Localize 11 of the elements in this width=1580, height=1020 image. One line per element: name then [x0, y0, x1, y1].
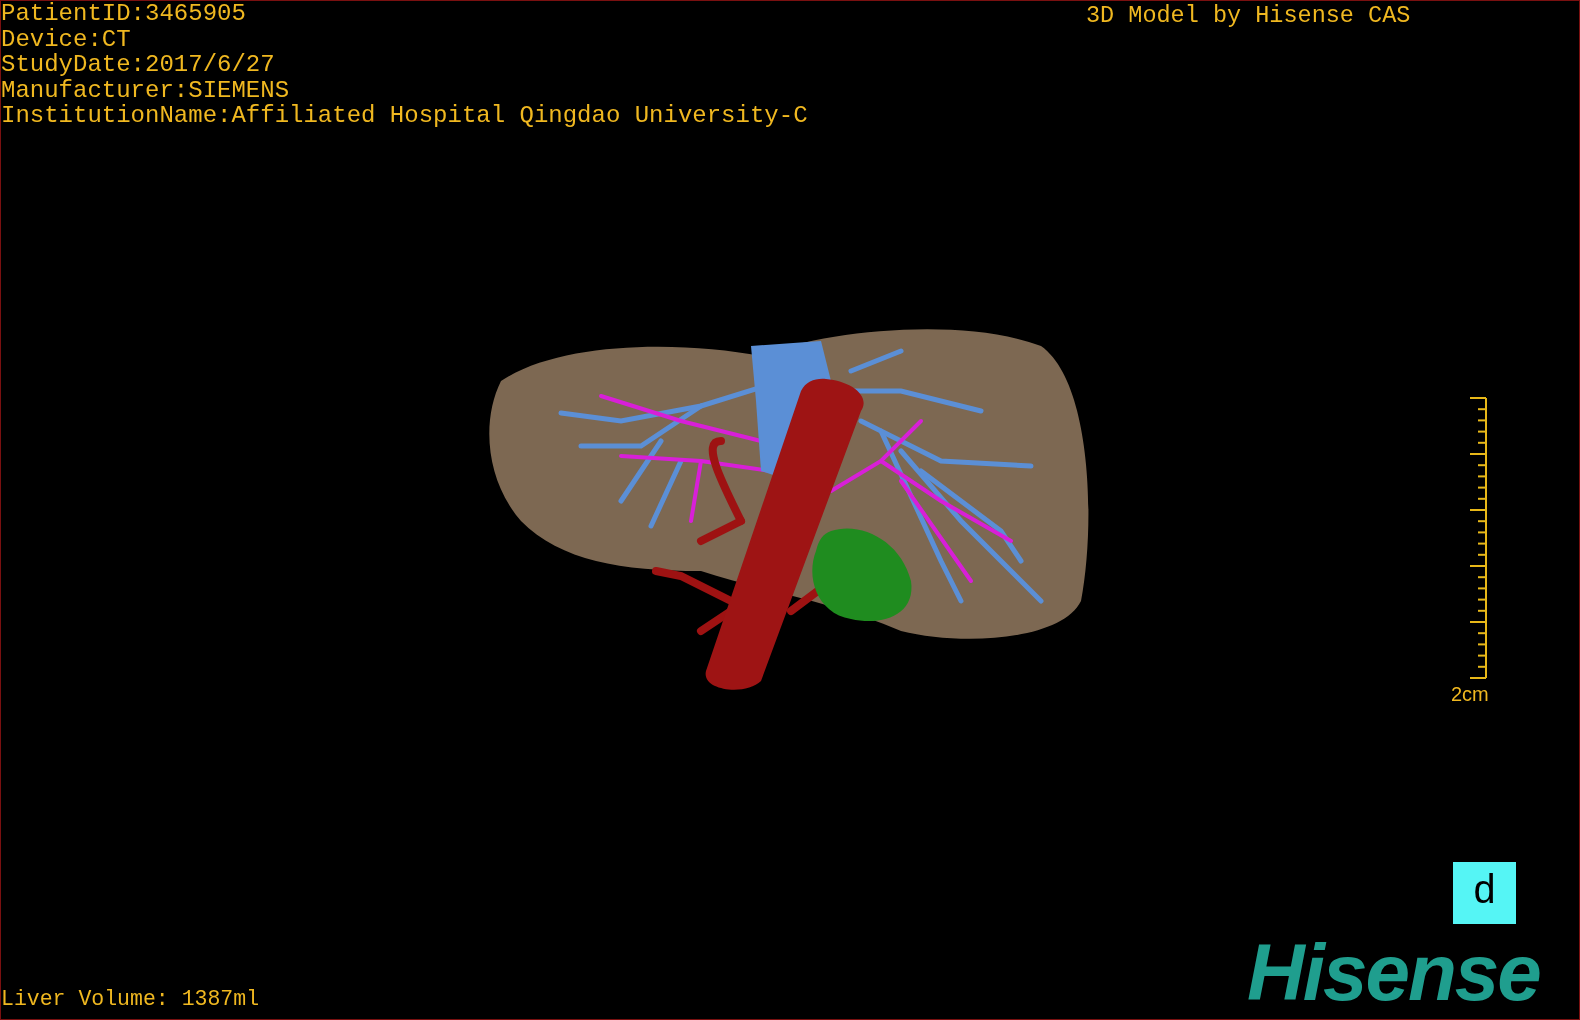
hisense-logo: Hisense	[1247, 933, 1540, 1013]
model-credit-text: 3D Model by Hisense CAS	[1086, 1, 1411, 31]
scale-ruler-icon	[1468, 397, 1489, 679]
study-info-text: Device:CT	[1, 26, 132, 52]
study-info-text: InstitutionName:Affiliated Hospital Qingdao University-C	[1, 103, 808, 129]
study-info-text: PatientID:3465905	[1, 1, 247, 27]
study-info-text: StudyDate:2017/6/27	[1, 52, 276, 78]
orientation-cube[interactable]: d	[1453, 862, 1516, 924]
liver-volume-text: Liver Volume: 1387ml	[1, 986, 260, 1013]
scale-label: 2cm	[1451, 683, 1489, 705]
study-info-text: Manufacturer:SIEMENS	[1, 77, 291, 103]
